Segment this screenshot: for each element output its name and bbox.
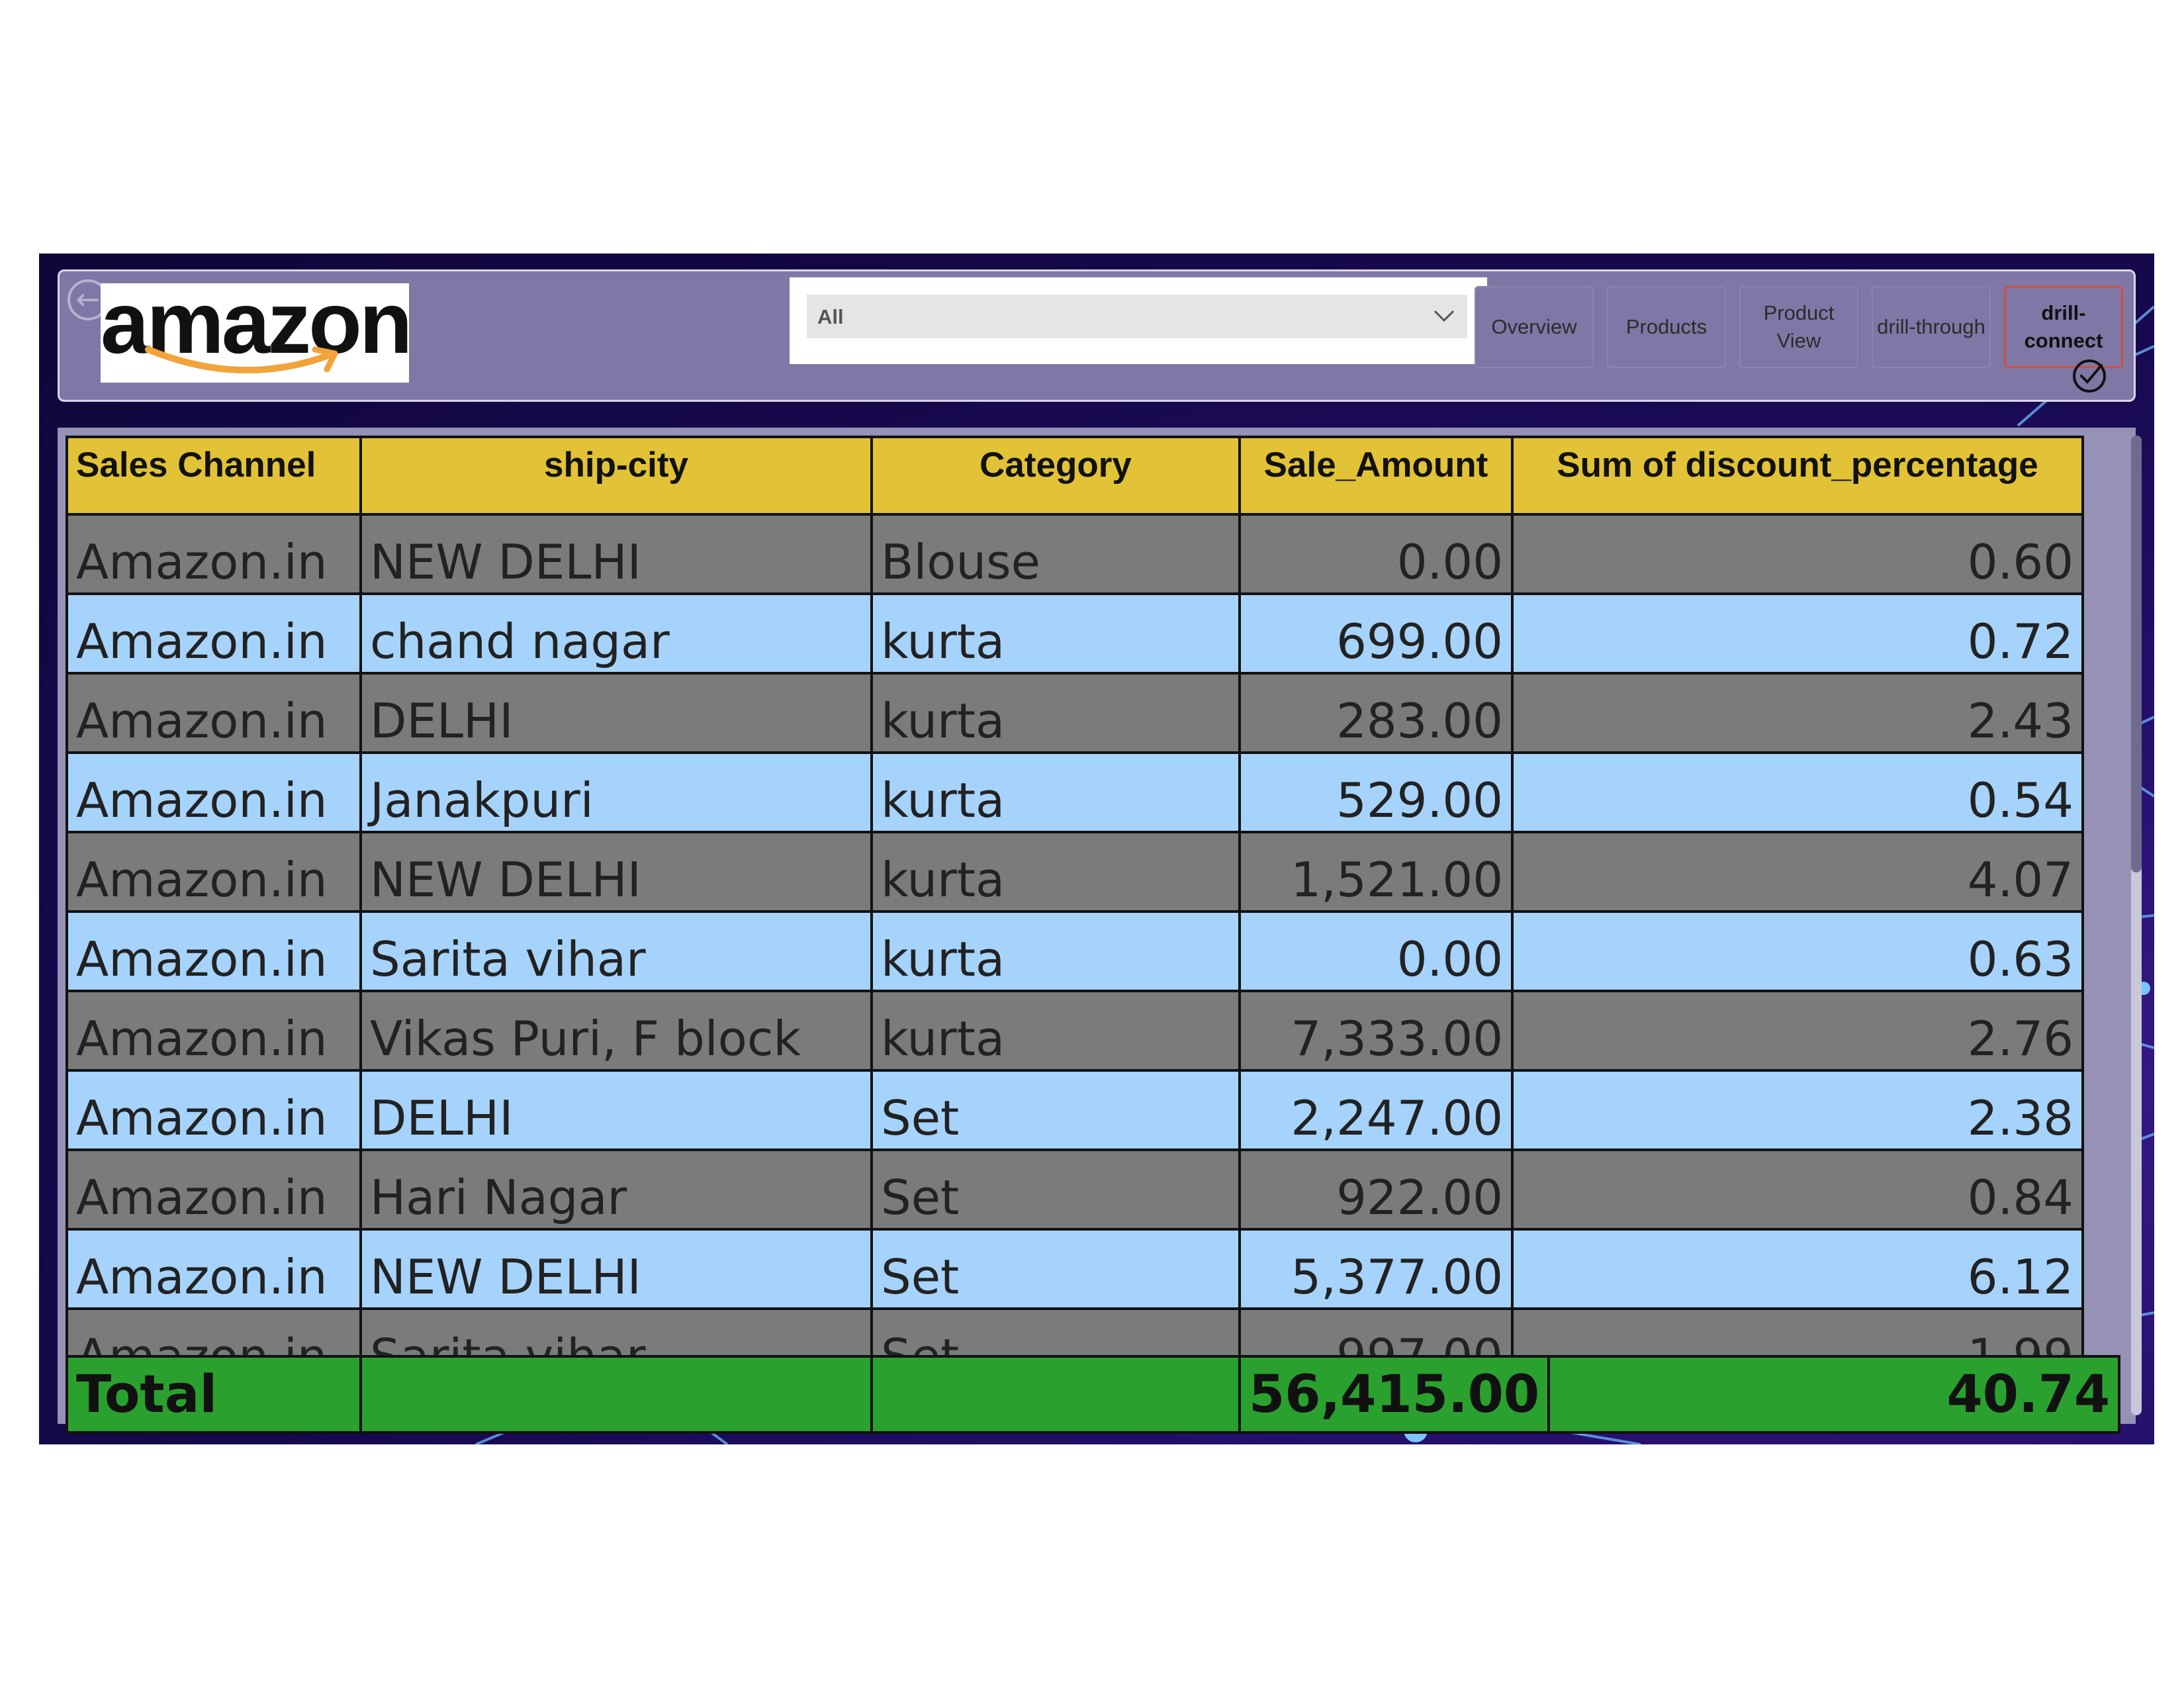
cell-discount: 0.84: [1511, 1149, 2084, 1231]
report-canvas: ← amazon All Overview Products Product V…: [39, 254, 2154, 1444]
total-empty-cell: [870, 1355, 1241, 1434]
cell-ship-city: DELHI: [359, 1069, 873, 1151]
cell-sale-amount: 529.00: [1238, 751, 1514, 833]
cell-sale-amount: 5,377.00: [1238, 1228, 1514, 1310]
cell-discount: 4.07: [1511, 831, 2084, 913]
cell-ship-city: NEW DELHI: [359, 831, 873, 913]
table-row[interactable]: Amazon.in DELHI kurta 283.00 2.43: [66, 672, 2084, 754]
cell-sales-channel: Amazon.in: [66, 592, 362, 675]
cell-discount: 2.76: [1511, 990, 2084, 1072]
table-scrollbar[interactable]: [2131, 436, 2142, 1415]
table-row[interactable]: Amazon.in NEW DELHI Set 5,377.00 6.12: [66, 1228, 2084, 1310]
table-row[interactable]: Amazon.in NEW DELHI Blouse 0.00 0.60: [66, 513, 2084, 595]
column-header-discount-percentage[interactable]: Sum of discount_percentage: [1511, 436, 2084, 516]
cell-sales-channel: Amazon.in: [66, 831, 362, 913]
cell-sale-amount: 2,247.00: [1238, 1069, 1514, 1151]
cell-category: Set: [870, 1069, 1241, 1151]
table-row[interactable]: Amazon.in Vikas Puri, F block kurta 7,33…: [66, 990, 2084, 1072]
cell-category: kurta: [870, 990, 1241, 1072]
cell-ship-city: NEW DELHI: [359, 1228, 873, 1310]
cell-category: Set: [870, 1149, 1241, 1231]
cell-discount: 0.63: [1511, 910, 2084, 992]
table-row[interactable]: Amazon.in chand nagar kurta 699.00 0.72: [66, 592, 2084, 675]
cell-sale-amount: 7,333.00: [1238, 990, 1514, 1072]
table-row[interactable]: Amazon.in Janakpuri kurta 529.00 0.54: [66, 751, 2084, 833]
cell-sale-amount: 1,521.00: [1238, 831, 1514, 913]
cell-sale-amount: 922.00: [1238, 1149, 1514, 1231]
total-empty-cell: [359, 1355, 873, 1434]
cell-ship-city: chand nagar: [359, 592, 873, 675]
nav-button-drill-connect[interactable]: drill-connect: [2004, 286, 2123, 368]
table-header-row: Sales Channel ship-city Category Sale_Am…: [66, 436, 2084, 516]
nav-button-drill-through[interactable]: drill-through: [1872, 286, 1991, 368]
total-sale-amount: 56,415.00: [1238, 1355, 1551, 1434]
column-header-ship-city[interactable]: ship-city: [359, 436, 873, 516]
cell-sale-amount: 0.00: [1238, 910, 1514, 992]
cell-sales-channel: Amazon.in: [66, 672, 362, 754]
nav-button-product-view[interactable]: Product View: [1739, 286, 1858, 368]
total-label: Total: [66, 1355, 362, 1434]
cell-discount: 0.72: [1511, 592, 2084, 675]
cell-sale-amount: 699.00: [1238, 592, 1514, 675]
cell-discount: 6.12: [1511, 1228, 2084, 1310]
nav-button-overview[interactable]: Overview: [1475, 286, 1594, 368]
table-row[interactable]: Amazon.in NEW DELHI kurta 1,521.00 4.07: [66, 831, 2084, 913]
cell-sale-amount: 0.00: [1238, 513, 1514, 595]
cell-category: Blouse: [870, 513, 1241, 595]
filter-slicer: All: [790, 277, 1487, 364]
cell-category: Set: [870, 1228, 1241, 1310]
cell-sales-channel: Amazon.in: [66, 1149, 362, 1231]
report-header: ← amazon All Overview Products Product V…: [58, 269, 2136, 402]
total-discount: 40.74: [1547, 1355, 2121, 1434]
table-row[interactable]: Amazon.in DELHI Set 2,247.00 2.38: [66, 1069, 2084, 1151]
cell-sales-channel: Amazon.in: [66, 910, 362, 992]
chevron-down-icon: [1433, 310, 1455, 322]
cell-category: kurta: [870, 672, 1241, 754]
column-header-category[interactable]: Category: [870, 436, 1241, 516]
column-header-sale-amount[interactable]: Sale_Amount: [1238, 436, 1514, 516]
cell-sales-channel: Amazon.in: [66, 990, 362, 1072]
cell-sales-channel: Amazon.in: [66, 1069, 362, 1151]
table-total-row: Total 56,415.00 40.74: [66, 1355, 2121, 1434]
column-header-sales-channel[interactable]: Sales Channel: [66, 436, 362, 516]
logo-smile-arrow-icon: [145, 346, 338, 374]
cell-ship-city: Vikas Puri, F block: [359, 990, 873, 1072]
amazon-logo: amazon: [101, 274, 412, 383]
cell-sale-amount: 283.00: [1238, 672, 1514, 754]
cell-discount: 0.54: [1511, 751, 2084, 833]
cell-discount: 0.60: [1511, 513, 2084, 595]
cell-sales-channel: Amazon.in: [66, 1228, 362, 1310]
cell-category: kurta: [870, 751, 1241, 833]
cell-sales-channel: Amazon.in: [66, 513, 362, 595]
cell-ship-city: Hari Nagar: [359, 1149, 873, 1231]
slicer-selected-value: All: [817, 305, 844, 328]
table-row[interactable]: Amazon.in Hari Nagar Set 922.00 0.84: [66, 1149, 2084, 1231]
nav-button-products[interactable]: Products: [1607, 286, 1726, 368]
slicer-dropdown[interactable]: All: [807, 295, 1467, 338]
cell-ship-city: DELHI: [359, 672, 873, 754]
sales-table: Sales Channel ship-city Category Sale_Am…: [66, 436, 2084, 1389]
check-circle-icon: [2073, 359, 2106, 393]
cell-discount: 2.43: [1511, 672, 2084, 754]
cell-category: kurta: [870, 592, 1241, 675]
cell-discount: 2.38: [1511, 1069, 2084, 1151]
cell-category: kurta: [870, 831, 1241, 913]
cell-ship-city: Janakpuri: [359, 751, 873, 833]
cell-ship-city: Sarita vihar: [359, 910, 873, 992]
table-row[interactable]: Amazon.in Sarita vihar kurta 0.00 0.63: [66, 910, 2084, 992]
sales-table-visual: Sales Channel ship-city Category Sale_Am…: [58, 428, 2142, 1434]
cell-ship-city: NEW DELHI: [359, 513, 873, 595]
cell-sales-channel: Amazon.in: [66, 751, 362, 833]
scrollbar-thumb[interactable]: [2131, 436, 2142, 872]
cell-category: kurta: [870, 910, 1241, 992]
